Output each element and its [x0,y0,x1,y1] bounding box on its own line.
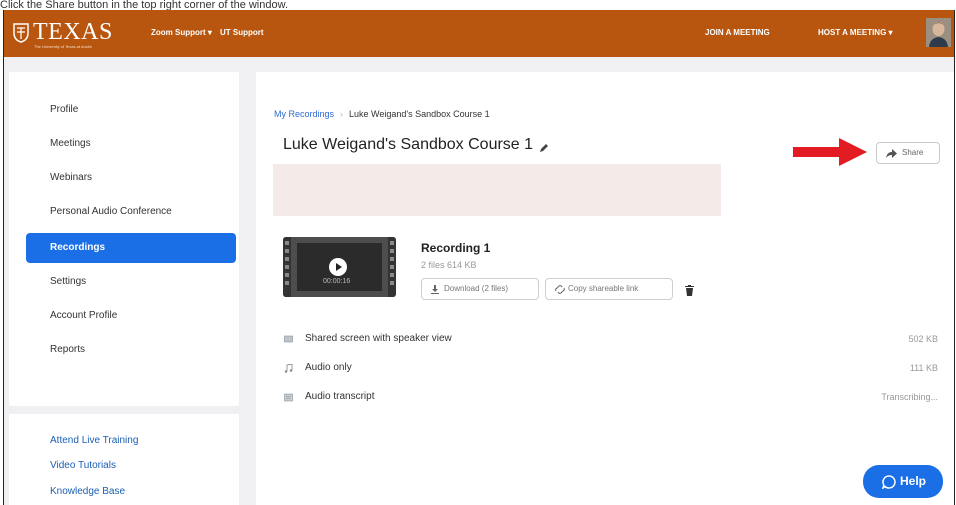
nav-ut-support[interactable]: UT Support [220,28,264,38]
breadcrumb: My Recordings › Luke Weigand's Sandbox Cou… [274,108,490,120]
join-meeting-link[interactable]: JOIN A MEETING [705,28,770,38]
download-button[interactable]: Download (2 files) [421,278,539,300]
help-button[interactable]: Help [863,465,943,498]
file-row: Shared screen with speaker view 502 KB [284,332,946,346]
download-icon [431,285,439,294]
sidebar: Profile Meetings Webinars Personal Audio… [9,72,239,406]
sidebar-item-profile[interactable]: Profile [26,95,236,125]
file-name[interactable]: Audio only [305,361,352,375]
sidebar-item-reports[interactable]: Reports [26,335,236,365]
breadcrumb-separator: › [340,109,344,119]
recording-title[interactable]: Recording 1 [421,241,490,255]
zoom-window: TEXAS The University of Texas at Austin … [3,10,955,505]
page-title: Luke Weigand's Sandbox Course 1 [283,136,534,153]
file-row: Audio only 111 KB [284,361,946,375]
play-icon[interactable] [329,258,347,276]
sidebar-item-recordings[interactable]: Recordings [26,233,236,263]
breadcrumb-my-recordings[interactable]: My Recordings [274,109,334,119]
attend-live-training-link[interactable]: Attend Live Training [50,435,138,447]
breadcrumb-current: Luke Weigand's Sandbox Course 1 [349,109,490,119]
file-size: Transcribing... [881,392,938,402]
file-name[interactable]: Shared screen with speaker view [305,332,452,346]
chat-bubble-icon [882,475,896,489]
download-button-label: Download (2 files) [444,284,509,293]
help-button-label: Help [900,474,927,488]
file-row: Audio transcript Transcribing... [284,390,946,404]
nav-zoom-support[interactable]: Zoom Support ▾ [151,28,212,38]
copy-shareable-link-button[interactable]: Copy shareable link [545,278,673,300]
knowledge-base-link[interactable]: Knowledge Base [50,486,125,498]
trash-icon[interactable] [685,285,694,296]
video-tutorials-link[interactable]: Video Tutorials [50,460,116,472]
recording-thumbnail[interactable]: 00:00:16 [283,237,396,297]
share-arrow-icon [886,149,897,158]
pencil-icon[interactable] [538,142,550,154]
sidebar-item-personal-audio-conference[interactable]: Personal Audio Conference [26,197,236,227]
description-area [273,164,721,216]
sidebar-item-settings[interactable]: Settings [26,267,236,297]
screen-icon [284,335,293,343]
user-photo-icon [926,18,951,47]
recording-duration: 00:00:16 [323,278,351,285]
file-size: 502 KB [908,334,938,344]
film-strip-right [388,237,396,297]
transcript-icon [284,393,293,402]
avatar[interactable] [926,18,951,47]
share-button-label: Share [902,148,924,157]
help-links-panel: Attend Live Training Video Tutorials Kno… [9,414,239,505]
main-content: My Recordings › Luke Weigand's Sandbox Cou… [256,72,954,505]
logo-wordmark: TEXAS [33,19,113,45]
host-meeting-menu[interactable]: HOST A MEETING ▾ [818,28,893,38]
recording-meta: 2 files 614 KB [421,260,477,270]
share-button[interactable]: Share [876,142,940,164]
link-icon [555,285,565,294]
copy-link-label: Copy shareable link [568,284,639,293]
logo-subtext: The University of Texas at Austin [34,44,92,49]
file-name[interactable]: Audio transcript [305,390,374,404]
film-strip-left [283,237,291,297]
file-size: 111 KB [909,363,938,373]
caption: Click the Share button in the top right … [0,0,288,10]
music-note-icon [284,364,293,373]
shield-icon [13,23,29,43]
red-arrow-icon [793,138,867,166]
sidebar-item-meetings[interactable]: Meetings [26,129,236,159]
ut-logo[interactable]: TEXAS The University of Texas at Austin [13,20,133,52]
sidebar-item-webinars[interactable]: Webinars [26,163,236,193]
top-navigation-bar: TEXAS The University of Texas at Austin … [4,10,954,57]
sidebar-item-account-profile[interactable]: Account Profile [26,301,236,331]
